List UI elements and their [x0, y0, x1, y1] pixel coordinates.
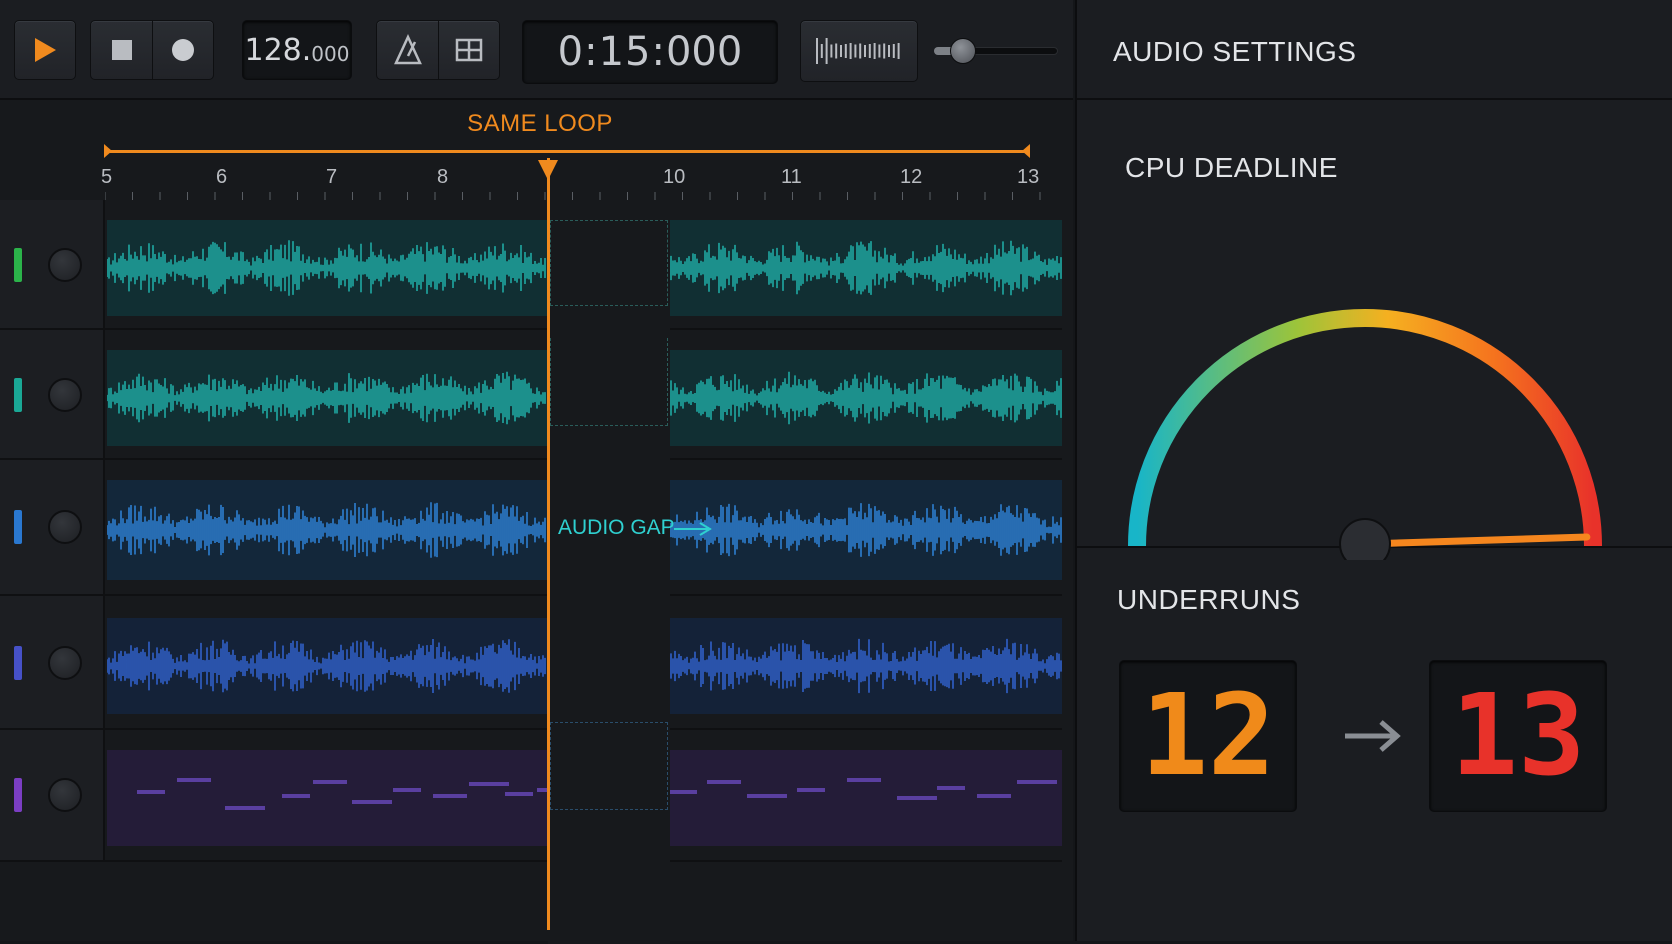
loop-range-bar[interactable] [108, 150, 1030, 153]
track-mute-button-2[interactable] [48, 378, 82, 412]
cpu-gauge [1128, 309, 1602, 560]
audio-gap-region [548, 212, 670, 944]
track-mute-button-3[interactable] [48, 510, 82, 544]
midi-note[interactable] [282, 794, 310, 798]
gap-outline-2 [550, 338, 668, 426]
underruns-label: UNDERRUNS [1117, 584, 1301, 615]
cpu-deadline-label: CPU DEADLINE [1125, 152, 1338, 183]
arrangement-view: SAME LOOP 5 6 7 8 10 11 12 13 AUDIO GAP [0, 100, 1073, 944]
midi-note[interactable] [707, 780, 741, 784]
track-color-2 [14, 378, 22, 412]
underruns-after-display: 13 [1429, 660, 1607, 812]
track-color-4 [14, 646, 22, 680]
midi-note[interactable] [747, 794, 787, 798]
track-color-5 [14, 778, 22, 812]
master-volume-slider[interactable] [934, 38, 1058, 64]
track-lane-4[interactable] [0, 596, 1062, 730]
midi-note[interactable] [352, 800, 392, 804]
midi-note[interactable] [505, 792, 533, 796]
stop-button[interactable] [91, 21, 153, 79]
arrow-right-icon [674, 522, 712, 536]
ruler-bar-10: 10 [663, 166, 686, 188]
midi-note[interactable] [137, 790, 165, 794]
loop-label: SAME LOOP [467, 110, 613, 137]
underruns-section: UNDERRUNS 12 13 [1077, 550, 1672, 941]
track-mute-button-1[interactable] [48, 248, 82, 282]
audio-gap-label: AUDIO GAP [558, 516, 675, 539]
ruler-bar-11: 11 [781, 166, 802, 188]
midi-note[interactable] [669, 790, 697, 794]
midi-note[interactable] [177, 778, 211, 782]
transport-bar: 128. 000 0:15: 000 [0, 0, 1073, 100]
track-header-5 [0, 730, 105, 860]
timeline-ruler[interactable]: 5 6 7 8 10 11 12 13 [101, 156, 1062, 200]
track-color-1 [14, 248, 22, 282]
midi-note[interactable] [469, 782, 509, 786]
midi-note[interactable] [797, 788, 825, 792]
waveform-view-button[interactable] [800, 20, 918, 82]
audio-settings-panel: AUDIO SETTINGS CPU DEADLINE UNDERRUNS 12 [1075, 0, 1672, 941]
metronome-loop-group [376, 20, 500, 80]
midi-note[interactable] [225, 806, 265, 810]
midi-note[interactable] [393, 788, 421, 792]
record-icon [172, 39, 194, 61]
play-button[interactable] [14, 20, 76, 80]
gauge-needle [1361, 533, 1591, 548]
ruler-bar-6: 6 [216, 166, 228, 188]
midi-note[interactable] [897, 796, 937, 800]
stop-record-group [90, 20, 214, 80]
settings-header: AUDIO SETTINGS [1077, 0, 1672, 100]
midi-note[interactable] [1017, 780, 1057, 784]
underruns-before-value: 12 [1140, 671, 1276, 801]
ruler-bar-8: 8 [437, 166, 449, 188]
midi-note[interactable] [977, 794, 1011, 798]
track-mute-button-5[interactable] [48, 778, 82, 812]
track-header-3 [0, 460, 105, 594]
ruler-bar-7: 7 [326, 166, 338, 188]
track-color-3 [14, 510, 22, 544]
playhead[interactable] [547, 158, 550, 930]
ruler-bar-12: 12 [900, 166, 923, 188]
ruler-bar-13: 13 [1017, 166, 1040, 188]
record-button[interactable] [153, 21, 213, 79]
track-mute-button-4[interactable] [48, 646, 82, 680]
slider-thumb[interactable] [949, 38, 976, 64]
settings-title: AUDIO SETTINGS [1113, 36, 1357, 67]
ruler-bar-5: 5 [101, 166, 113, 188]
track-lane-5[interactable] [0, 730, 1062, 862]
waveform-icon [816, 38, 900, 64]
track-header-2 [0, 330, 105, 458]
gauge-arc [1128, 309, 1602, 547]
midi-note[interactable] [937, 786, 965, 790]
underruns-after-value: 13 [1450, 671, 1586, 801]
underruns-before-display: 12 [1119, 660, 1297, 812]
stop-icon [111, 40, 132, 60]
gap-outline-4 [550, 722, 668, 810]
loop-icon [455, 38, 483, 62]
midi-note[interactable] [313, 780, 347, 784]
metronome-button[interactable] [377, 21, 439, 79]
time-milliseconds: 000 [665, 29, 743, 75]
midi-note[interactable] [433, 794, 467, 798]
time-value: 0:15: [557, 29, 666, 75]
metronome-icon [393, 34, 422, 65]
play-icon [35, 38, 56, 62]
tempo-display[interactable]: 128. 000 [242, 20, 352, 80]
midi-note[interactable] [847, 778, 881, 782]
track-header-1 [0, 200, 105, 328]
tempo-value: 128. [244, 32, 312, 68]
track-lane-1[interactable] [0, 200, 1062, 330]
track-header-4 [0, 596, 105, 728]
time-display[interactable]: 0:15: 000 [522, 20, 778, 84]
track-lane-2[interactable] [0, 330, 1062, 460]
track-lane-3[interactable] [0, 460, 1062, 596]
loop-toggle-button[interactable] [439, 21, 499, 79]
gap-outline-1 [550, 220, 668, 306]
cpu-deadline-section: CPU DEADLINE [1077, 100, 1672, 560]
arrow-right-icon [1345, 720, 1401, 752]
tempo-decimal: 000 [311, 42, 350, 66]
